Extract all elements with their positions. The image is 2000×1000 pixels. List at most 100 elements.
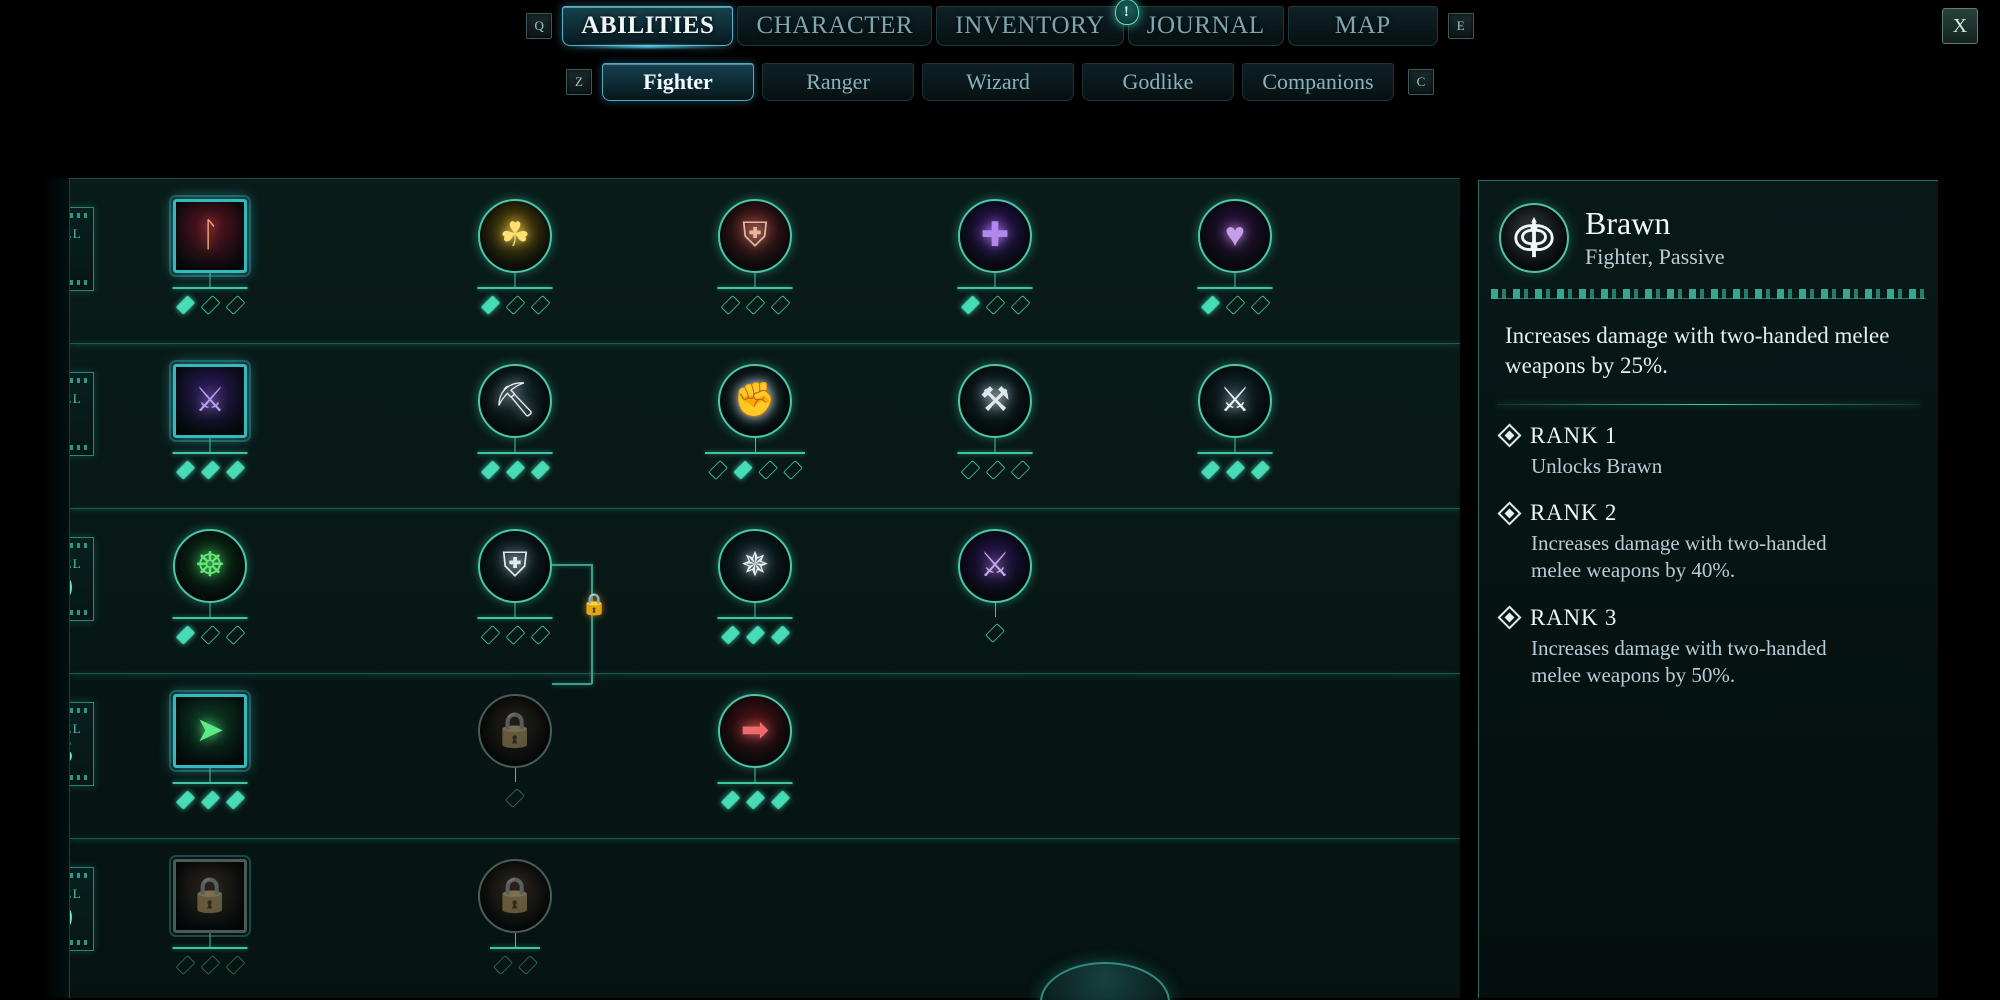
skill-node-cleave-axe[interactable]: ⛏ bbox=[478, 364, 552, 438]
skill-node-shield-guard[interactable]: ⛨ bbox=[478, 529, 552, 603]
pip-empty[interactable] bbox=[770, 295, 790, 315]
skill-node-charge-rush[interactable]: ➡ bbox=[718, 694, 792, 768]
skill-rank-pips bbox=[172, 438, 248, 480]
pip-empty[interactable] bbox=[745, 295, 765, 315]
pip-filled[interactable] bbox=[1200, 460, 1220, 480]
nav-prev-key[interactable]: Q bbox=[526, 13, 553, 39]
pip-empty[interactable] bbox=[505, 295, 525, 315]
pip-empty[interactable] bbox=[960, 460, 980, 480]
pip-empty[interactable] bbox=[530, 625, 550, 645]
pip-empty[interactable] bbox=[517, 955, 538, 975]
skill-glyph: ✵ bbox=[740, 547, 770, 584]
pip-filled[interactable] bbox=[745, 790, 765, 810]
pip-row bbox=[960, 295, 1030, 315]
pip-filled[interactable] bbox=[175, 460, 195, 480]
pip-bar bbox=[172, 452, 248, 454]
nav-next-key[interactable]: E bbox=[1447, 13, 1474, 39]
pip-empty[interactable] bbox=[720, 295, 740, 315]
skill-node-locked-ability[interactable]: 🔒 bbox=[478, 694, 552, 768]
pip-filled[interactable] bbox=[200, 460, 220, 480]
pip-filled[interactable] bbox=[1200, 295, 1220, 315]
pip-filled[interactable] bbox=[175, 625, 195, 645]
tab-map[interactable]: MAP bbox=[1287, 6, 1438, 46]
pip-filled[interactable] bbox=[200, 790, 220, 810]
skill-node-nature-burst[interactable]: ☸ bbox=[173, 529, 247, 603]
pip-filled[interactable] bbox=[770, 790, 790, 810]
pip-empty[interactable] bbox=[225, 955, 245, 975]
class-tab-companions[interactable]: Companions bbox=[1242, 63, 1394, 101]
pip-empty[interactable] bbox=[480, 625, 500, 645]
pip-filled[interactable] bbox=[732, 460, 753, 480]
pip-filled[interactable] bbox=[175, 295, 195, 315]
pip-empty[interactable] bbox=[1010, 460, 1030, 480]
tab-abilities[interactable]: ABILITIES bbox=[562, 6, 734, 46]
skill-node-unarmed-fist[interactable]: ✊ bbox=[718, 364, 792, 438]
skill-node-vitality-heart[interactable]: ♥ bbox=[1198, 199, 1272, 273]
rank-description: Increases damage with two-handed melee w… bbox=[1531, 635, 1827, 687]
pip-filled[interactable] bbox=[480, 295, 500, 315]
tab-journal[interactable]: ! JOURNAL bbox=[1114, 0, 1284, 46]
class-tab-fighter[interactable]: Fighter bbox=[602, 63, 754, 101]
pip-empty[interactable] bbox=[505, 788, 525, 808]
class-tab-wizard[interactable]: Wizard bbox=[922, 63, 1074, 101]
pip-filled[interactable] bbox=[225, 460, 245, 480]
ability-titles: Brawn Fighter, Passive bbox=[1585, 205, 1725, 270]
pip-empty[interactable] bbox=[985, 623, 1005, 643]
pip-empty[interactable] bbox=[707, 460, 728, 480]
pip-empty[interactable] bbox=[1250, 295, 1270, 315]
ability-detail-panel: Brawn Fighter, Passive Increases damage … bbox=[1478, 180, 1938, 998]
pip-filled[interactable] bbox=[530, 460, 550, 480]
class-prev-key[interactable]: Z bbox=[566, 69, 592, 95]
rank-label: RANK 3 bbox=[1530, 604, 1618, 630]
pip-filled[interactable] bbox=[720, 790, 740, 810]
skill-node-rage-strike[interactable]: ⚔ bbox=[169, 360, 251, 442]
pip-empty[interactable] bbox=[1010, 295, 1030, 315]
pip-filled[interactable] bbox=[1225, 460, 1245, 480]
pip-empty[interactable] bbox=[1225, 295, 1245, 315]
pip-empty[interactable] bbox=[175, 955, 195, 975]
pip-empty[interactable] bbox=[985, 460, 1005, 480]
skill-node-whirlwind[interactable]: ✵ bbox=[718, 529, 792, 603]
pip-filled[interactable] bbox=[480, 460, 500, 480]
close-menu-key[interactable]: X bbox=[1942, 8, 1978, 44]
class-tab-ranger[interactable]: Ranger bbox=[762, 63, 914, 101]
skill-node-brawn-axe[interactable]: ⚔ bbox=[1198, 364, 1272, 438]
pip-filled[interactable] bbox=[505, 460, 525, 480]
pip-filled[interactable] bbox=[770, 625, 790, 645]
pip-filled[interactable] bbox=[745, 625, 765, 645]
pip-filled[interactable] bbox=[720, 625, 740, 645]
skill-node-locked-mastery[interactable]: 🔒 bbox=[169, 855, 251, 937]
skill-node-swift-arrow[interactable]: ➤ bbox=[169, 690, 251, 772]
pip-empty[interactable] bbox=[505, 625, 525, 645]
pip-filled[interactable] bbox=[225, 790, 245, 810]
pip-empty[interactable] bbox=[757, 460, 778, 480]
class-next-key[interactable]: C bbox=[1408, 69, 1434, 95]
skill-node-battle-shout[interactable]: ☘ bbox=[478, 199, 552, 273]
skill-node-bull-horns[interactable]: ᛚ bbox=[169, 195, 251, 277]
pip-empty[interactable] bbox=[782, 460, 803, 480]
locked-mastery-icon: 🔒 bbox=[169, 855, 251, 937]
pip-empty[interactable] bbox=[225, 295, 245, 315]
pip-empty[interactable] bbox=[530, 295, 550, 315]
pip-empty[interactable] bbox=[225, 625, 245, 645]
dual-blades-icon: ⚔ bbox=[958, 529, 1032, 603]
skill-node-hammer-slam[interactable]: ⚒ bbox=[958, 364, 1032, 438]
skill-glyph: ⛨ bbox=[742, 217, 768, 254]
pip-empty[interactable] bbox=[200, 295, 220, 315]
pip-filled[interactable] bbox=[175, 790, 195, 810]
tab-inventory[interactable]: INVENTORY bbox=[936, 6, 1124, 46]
skill-node-locked-capstone[interactable]: 🔒 bbox=[478, 859, 552, 933]
class-tab-godlike[interactable]: Godlike bbox=[1082, 63, 1234, 101]
pip-empty[interactable] bbox=[492, 955, 513, 975]
pip-stem bbox=[209, 768, 211, 782]
pip-empty[interactable] bbox=[200, 955, 220, 975]
skill-node-constitution-cross[interactable]: ✚ bbox=[958, 199, 1032, 273]
skill-node-shield-bash[interactable]: ⛨ bbox=[718, 199, 792, 273]
pip-filled[interactable] bbox=[1250, 460, 1270, 480]
tab-character[interactable]: CHARACTER bbox=[737, 6, 933, 46]
skill-node-dual-blades[interactable]: ⚔ bbox=[958, 529, 1032, 603]
pip-empty[interactable] bbox=[985, 295, 1005, 315]
pip-filled[interactable] bbox=[960, 295, 980, 315]
pip-empty[interactable] bbox=[200, 625, 220, 645]
level-badge-1: LEVEL1 bbox=[70, 207, 94, 291]
